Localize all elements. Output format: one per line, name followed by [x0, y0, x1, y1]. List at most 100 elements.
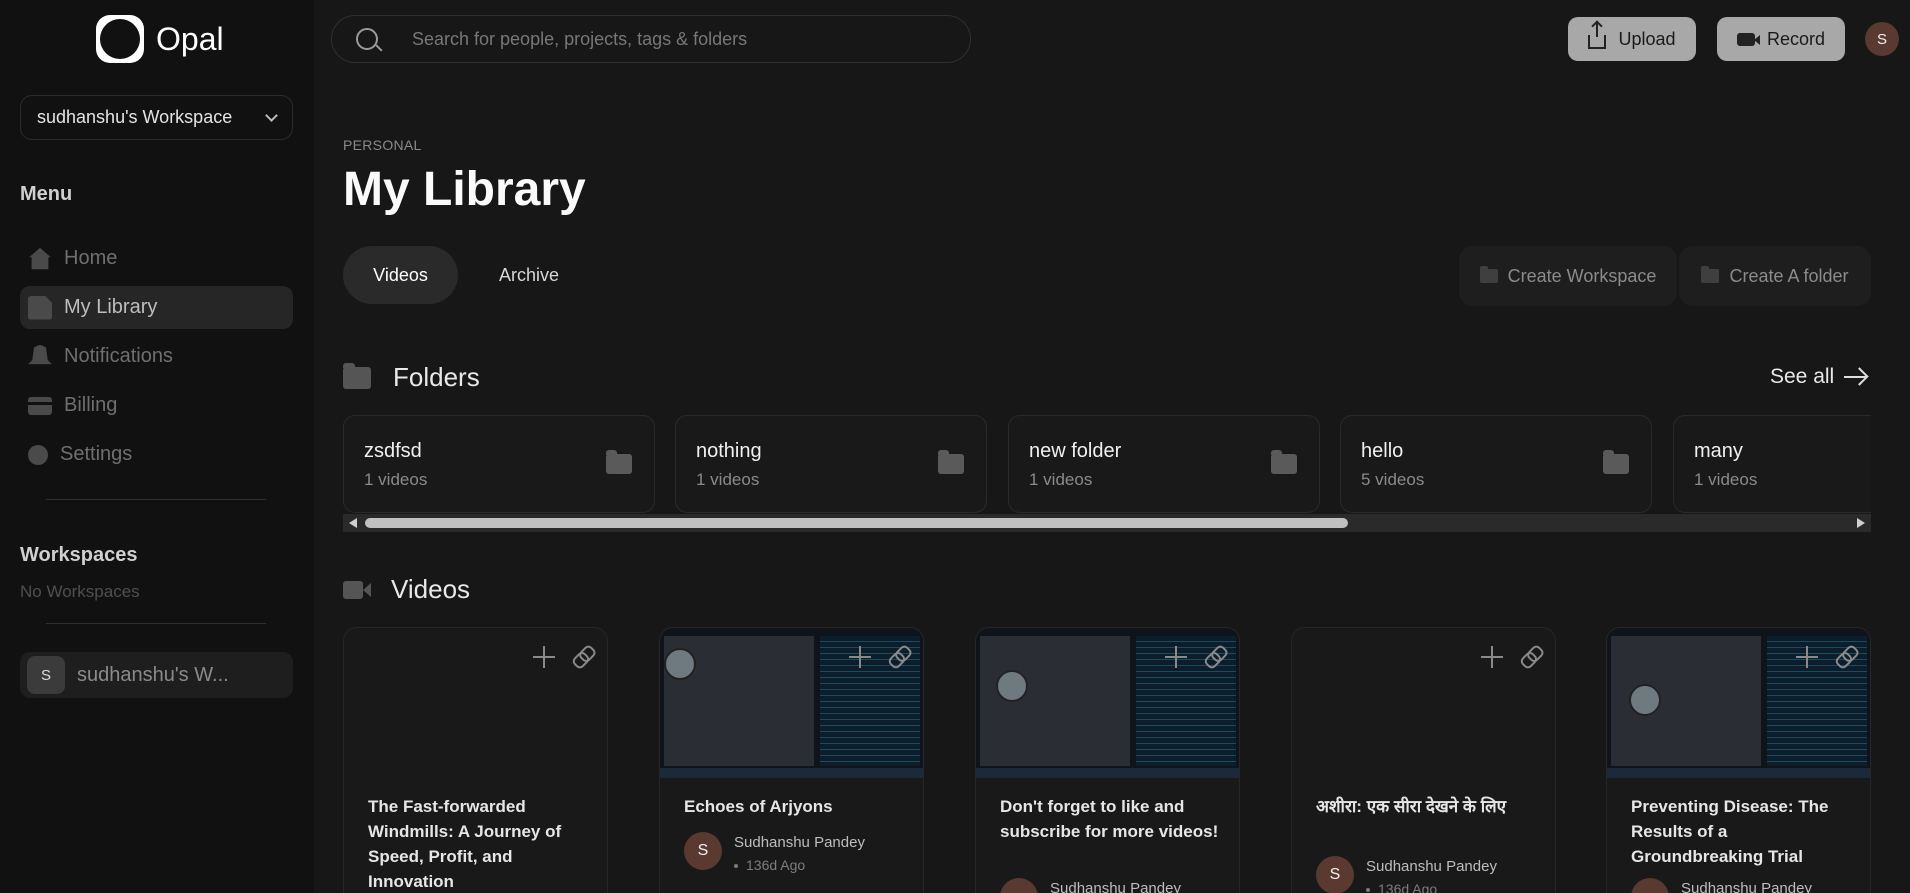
video-card[interactable]: Echoes of Arjyons S Sudhanshu Pandey 136…	[659, 627, 924, 893]
tab-archive[interactable]: Archive	[474, 246, 584, 304]
folder-card[interactable]: many 1 videos	[1673, 415, 1871, 513]
sidebar-item-my-library[interactable]: My Library	[20, 286, 293, 329]
opal-logo-icon	[96, 15, 144, 63]
folder-card[interactable]: hello 5 videos	[1340, 415, 1652, 513]
video-card[interactable]: The Fast-forwarded Windmills: A Journey …	[343, 627, 608, 893]
video-meta: S Sudhanshu Pandey 136d Ago	[1316, 856, 1497, 893]
folders-section-header: Folders	[343, 362, 480, 393]
move-icon[interactable]	[849, 646, 871, 668]
workspaces-empty-text: No Workspaces	[20, 582, 140, 601]
folder-count: 1 videos	[1694, 470, 1758, 489]
folder-icon	[1603, 450, 1629, 474]
library-icon	[28, 295, 52, 320]
move-icon[interactable]	[1796, 646, 1818, 668]
see-all-label: See all	[1770, 365, 1835, 388]
link-icon[interactable]	[1514, 641, 1545, 672]
folders-carousel: zsdfsd 1 videos nothing 1 videos new fol…	[343, 415, 1871, 513]
folder-count: 1 videos	[364, 470, 428, 489]
folder-name: zsdfsd	[364, 440, 422, 462]
sidebar-item-home[interactable]: Home	[20, 237, 293, 280]
folder-icon	[1271, 450, 1297, 474]
sidebar-item-label: My Library	[64, 296, 158, 318]
upload-button[interactable]: Upload	[1568, 17, 1696, 61]
sidebar-item-label: Home	[64, 247, 118, 269]
sidebar-divider	[46, 499, 266, 500]
video-title: Don't forget to like and subscribe for m…	[1000, 797, 1219, 841]
link-icon[interactable]	[1198, 641, 1229, 672]
video-title: The Fast-forwarded Windmills: A Journey …	[368, 797, 562, 891]
workspace-select[interactable]: sudhanshu's Workspace	[20, 95, 293, 140]
author-avatar	[1000, 878, 1038, 893]
webcam-overlay	[996, 670, 1028, 702]
record-button[interactable]: Record	[1717, 17, 1845, 61]
create-workspace-button[interactable]: Create Workspace	[1459, 246, 1677, 306]
search-bar[interactable]: Search for people, projects, tags & fold…	[331, 15, 971, 63]
video-meta: S Sudhanshu Pandey 136d Ago	[684, 832, 865, 873]
search-input[interactable]: Search for people, projects, tags & fold…	[412, 29, 747, 50]
video-camera-icon	[1736, 32, 1760, 46]
move-icon[interactable]	[1481, 646, 1503, 668]
move-icon[interactable]	[1165, 646, 1187, 668]
video-card[interactable]: Preventing Disease: The Results of a Gro…	[1606, 627, 1871, 893]
workspace-select-value: sudhanshu's Workspace	[37, 107, 233, 127]
webcam-overlay	[1629, 684, 1661, 716]
author-name: Sudhanshu Pandey	[1050, 880, 1181, 893]
user-avatar[interactable]: S	[1865, 22, 1899, 56]
folder-count: 1 videos	[1029, 470, 1093, 489]
folder-card[interactable]: zsdfsd 1 videos	[343, 415, 655, 513]
folder-plus-icon	[1701, 266, 1720, 283]
horizontal-scrollbar[interactable]	[343, 514, 1871, 532]
video-age: 136d Ago	[1366, 881, 1497, 893]
workspaces-title: Workspaces	[20, 544, 138, 566]
author-name: Sudhanshu Pandey	[1366, 858, 1497, 875]
sidebar-nav: Home My Library Notifications Billing Se…	[20, 237, 293, 482]
folder-name: nothing	[696, 440, 762, 462]
videos-title: Videos	[391, 574, 471, 604]
sidebar-item-billing[interactable]: Billing	[20, 384, 293, 427]
chevron-down-icon	[265, 108, 278, 122]
video-card[interactable]: Don't forget to like and subscribe for m…	[975, 627, 1240, 893]
folder-icon	[938, 450, 964, 474]
search-icon	[356, 28, 378, 50]
folder-card[interactable]: nothing 1 videos	[675, 415, 987, 513]
move-icon[interactable]	[533, 646, 555, 668]
see-all-link[interactable]: See all	[1770, 365, 1867, 389]
author-avatar: S	[1316, 856, 1354, 893]
arrow-right-icon	[1844, 376, 1867, 378]
link-icon[interactable]	[1829, 641, 1860, 672]
folder-card[interactable]: new folder 1 videos	[1008, 415, 1320, 513]
create-folder-label: Create A folder	[1729, 265, 1849, 286]
video-card[interactable]: अशीरा: एक सीरा देखने के लिए S Sudhanshu …	[1291, 627, 1556, 893]
sidebar: Opal sudhanshu's Workspace Menu Home My …	[0, 0, 314, 893]
scroll-right-icon[interactable]	[1857, 518, 1865, 528]
app-logo[interactable]: Opal	[96, 15, 224, 63]
tab-videos[interactable]: Videos	[343, 246, 458, 304]
create-workspace-label: Create Workspace	[1507, 265, 1657, 286]
author-name: Sudhanshu Pandey	[734, 834, 865, 851]
create-folder-button[interactable]: Create A folder	[1679, 246, 1871, 306]
video-camera-icon	[343, 580, 371, 599]
upload-button-label: Upload	[1618, 28, 1676, 49]
sidebar-item-notifications[interactable]: Notifications	[20, 335, 293, 378]
sidebar-item-label: Billing	[64, 394, 118, 416]
sidebar-item-settings[interactable]: Settings	[20, 433, 293, 476]
scrollbar-thumb[interactable]	[365, 518, 1348, 528]
folder-icon	[606, 450, 632, 474]
bell-icon	[28, 344, 52, 365]
video-age: 136d Ago	[734, 857, 865, 873]
user-workspace-item[interactable]: S sudhanshu's W...	[20, 652, 293, 698]
menu-title: Menu	[20, 183, 73, 205]
folder-count: 1 videos	[696, 470, 760, 489]
video-meta: Sudhanshu Pandey	[1631, 878, 1812, 893]
user-workspace-label: sudhanshu's W...	[77, 663, 229, 686]
link-icon[interactable]	[566, 641, 597, 672]
sidebar-item-label: Notifications	[64, 345, 173, 367]
link-icon[interactable]	[882, 641, 913, 672]
video-title: Echoes of Arjyons	[684, 797, 833, 816]
page-title: My Library	[343, 163, 586, 216]
scroll-left-icon[interactable]	[349, 518, 357, 528]
video-meta: Sudhanshu Pandey	[1000, 878, 1181, 893]
video-title: Preventing Disease: The Results of a Gro…	[1631, 797, 1829, 866]
author-name: Sudhanshu Pandey	[1681, 880, 1812, 893]
app-name: Opal	[156, 20, 224, 57]
